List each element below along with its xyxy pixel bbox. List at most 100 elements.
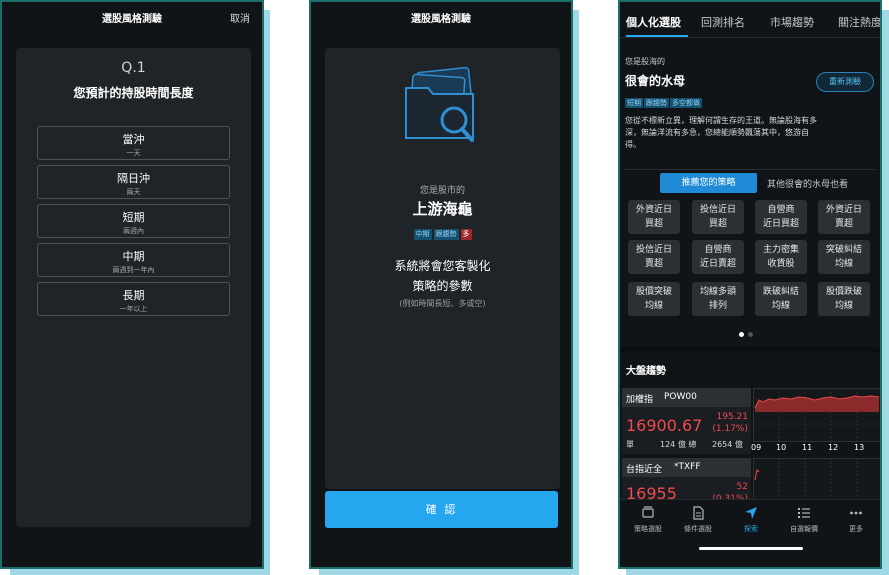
index-change-pct: (1.17%) — [712, 424, 748, 434]
tab-personalized[interactable]: 個人化選股 — [626, 14, 681, 30]
description-line: 您從不標新立異，理解何謂生存的王道。無論股海有多 — [625, 116, 817, 125]
option-label: 隔日沖 — [117, 172, 150, 185]
strategy-card-line: 收貨股 — [767, 259, 795, 269]
nav-strategy-picks[interactable]: 策略選股 — [620, 506, 676, 534]
tag-trend: 跟趨勢 — [644, 98, 669, 108]
nav-explore[interactable]: 探索 — [723, 506, 779, 534]
nav-more[interactable]: 更多 — [828, 506, 880, 534]
customize-line-1: 系統將會您客製化 — [394, 259, 491, 273]
strategy-card-line: 股價跌破 — [825, 287, 862, 297]
customize-line-2: 策略的參數 — [412, 279, 473, 293]
phone-frame: 選股風格測驗 取消 Q.1 您預計的持股時間長度 當沖 一天 隔日沖 兩天 短期… — [0, 0, 264, 569]
strategy-card-line: 買超 — [644, 219, 663, 229]
strategy-card-line: 均線 — [771, 301, 790, 311]
index-code: *TXFF — [674, 462, 701, 472]
stack-icon — [642, 506, 654, 518]
index-volume-label: 單 — [626, 440, 634, 449]
chart-tick-label: 12 — [828, 443, 839, 452]
strategy-card-line: 均線多頭 — [699, 287, 736, 297]
tab-recommended-strategy[interactable]: 推薦您的策略 — [660, 173, 757, 193]
phone-frame: 個人化選股 回測排名 市場趨勢 關注熱度 您是股海的 很會的水母 短期 跟趨勢 多空… — [618, 0, 882, 569]
index-code: POW00 — [664, 392, 697, 402]
description-line: 得。 — [625, 140, 641, 149]
chart-tick-label: 11 — [802, 443, 813, 452]
persona-name: 上游海龜 — [412, 200, 473, 218]
persona-tags: 中期 跟趨勢多 — [325, 221, 560, 240]
home-indicator — [699, 547, 803, 550]
more-icon — [850, 511, 862, 515]
tag-direction: 多 — [460, 229, 472, 240]
retest-button[interactable]: 重新測驗 — [816, 72, 874, 92]
strategy-card[interactable]: 突破糾結 均線 — [818, 240, 870, 274]
strategy-card[interactable]: 跌破糾結 均線 — [755, 282, 807, 316]
index-total: 2654 億 — [712, 440, 743, 449]
strategy-card[interactable]: 自營商 近日賣超 — [692, 240, 744, 274]
strategy-card[interactable]: 投信近日 買超 — [692, 200, 744, 234]
index-name: 加權指 — [626, 395, 654, 405]
phone-frame: 選股風格測驗 您是股市的 上游海龜 中期 跟趨勢多 系統將會您客製化 策略的參數 … — [309, 0, 573, 569]
option-day-trade[interactable]: 當沖 一天 — [37, 126, 230, 160]
strategy-card-line: 股價突破 — [635, 287, 672, 297]
tag-term: 中期 — [413, 229, 432, 240]
nav-label: 策略選股 — [634, 525, 662, 533]
strategy-card[interactable]: 主力密集 收貨股 — [755, 240, 807, 274]
option-long-term[interactable]: 長期 一年以上 — [37, 282, 230, 316]
option-sub: 兩天 — [126, 188, 141, 196]
index-card-futures[interactable]: 台指近全 *TXFF 16955 52 (0.31%) — [622, 458, 751, 504]
header: 選股風格測驗 取消 — [2, 2, 262, 32]
nav-condition-picks[interactable]: 條件選股 — [670, 506, 726, 534]
pager-dots — [737, 322, 755, 341]
confirm-button[interactable]: 確 認 — [325, 491, 558, 528]
strategy-card-line: 外資近日 — [635, 205, 672, 215]
customize-hint: (例如時間長短、多或空) — [399, 299, 486, 308]
option-mid-term[interactable]: 中期 兩週到一年內 — [37, 243, 230, 277]
strategy-card[interactable]: 股價突破 均線 — [628, 282, 680, 316]
chart-tick-label: 10 — [776, 443, 787, 452]
tab-attention[interactable]: 關注熱度 — [838, 14, 880, 30]
tag-trend: 跟趨勢 — [433, 229, 459, 240]
strategy-card[interactable]: 外資近日 賣超 — [818, 200, 870, 234]
strategy-card-line: 跌破糾結 — [762, 287, 799, 297]
cancel-button[interactable]: 取消 — [230, 10, 250, 25]
strategy-card[interactable]: 自營商 近日買超 — [755, 200, 807, 234]
strategy-card[interactable]: 外資近日 買超 — [628, 200, 680, 234]
persona-name: 很會的水母 — [625, 74, 686, 88]
option-sub: 兩週到一年內 — [112, 266, 155, 274]
strategy-card-line: 近日賣超 — [699, 259, 736, 269]
strategy-card-line: 自營商 — [767, 205, 795, 215]
question-panel: Q.1 您預計的持股時間長度 當沖 一天 隔日沖 兩天 短期 兩週內 中期 兩週… — [16, 48, 251, 527]
strategy-card-line: 均線 — [834, 301, 853, 311]
market-trend-title: 大盤趨勢 — [626, 366, 666, 377]
persona-description: 您從不標新立異，理解何謂生存的王道。無論股海有多 深，無論洋流有多急，您總能順勢… — [625, 115, 879, 151]
nav-watchlist[interactable]: 自選報價 — [776, 506, 832, 534]
nav-label: 更多 — [849, 525, 863, 533]
strategy-card[interactable]: 股價跌破 均線 — [818, 282, 870, 316]
active-tab-indicator — [626, 35, 688, 37]
strategy-card-line: 均線 — [834, 259, 853, 269]
persona-tags: 短期 跟趨勢 多空都做 — [625, 90, 703, 109]
folder-search-icon — [405, 66, 474, 142]
tab-others-viewing[interactable]: 其他很會的水母也看 — [767, 177, 848, 190]
index-card-taiex[interactable]: 加權指 POW00 16900.67 195.21 (1.17%) 單 124 … — [622, 388, 751, 454]
strategy-card[interactable]: 投信近日 賣超 — [628, 240, 680, 274]
you-are-label: 您是股市的 — [419, 186, 465, 196]
strategy-card[interactable]: 均線多頭 排列 — [692, 282, 744, 316]
nav-label: 條件選股 — [684, 525, 712, 533]
tag-term: 短期 — [625, 98, 643, 108]
result-panel: 您是股市的 上游海龜 中期 跟趨勢多 系統將會您客製化 策略的參數 (例如時間長短… — [325, 48, 560, 489]
index-name: 台指近全 — [626, 465, 663, 475]
strategy-card-line: 投信近日 — [699, 205, 736, 215]
option-sub: 一天 — [126, 149, 141, 157]
option-short-term[interactable]: 短期 兩週內 — [37, 204, 230, 238]
option-overnight[interactable]: 隔日沖 兩天 — [37, 165, 230, 199]
strategy-card-line: 賣超 — [644, 259, 663, 269]
tab-backtest-ranking[interactable]: 回測排名 — [701, 14, 745, 30]
strategy-card-line: 主力密集 — [762, 245, 799, 255]
checklist-icon — [693, 506, 704, 520]
chart-tick-label: 09 — [751, 443, 762, 452]
tab-market-trend[interactable]: 市場趨勢 — [770, 14, 814, 30]
option-label: 短期 — [122, 211, 145, 224]
header-title: 選股風格測驗 — [102, 14, 162, 25]
strategy-card-line: 買超 — [708, 219, 727, 229]
nav-label: 探索 — [744, 525, 758, 533]
